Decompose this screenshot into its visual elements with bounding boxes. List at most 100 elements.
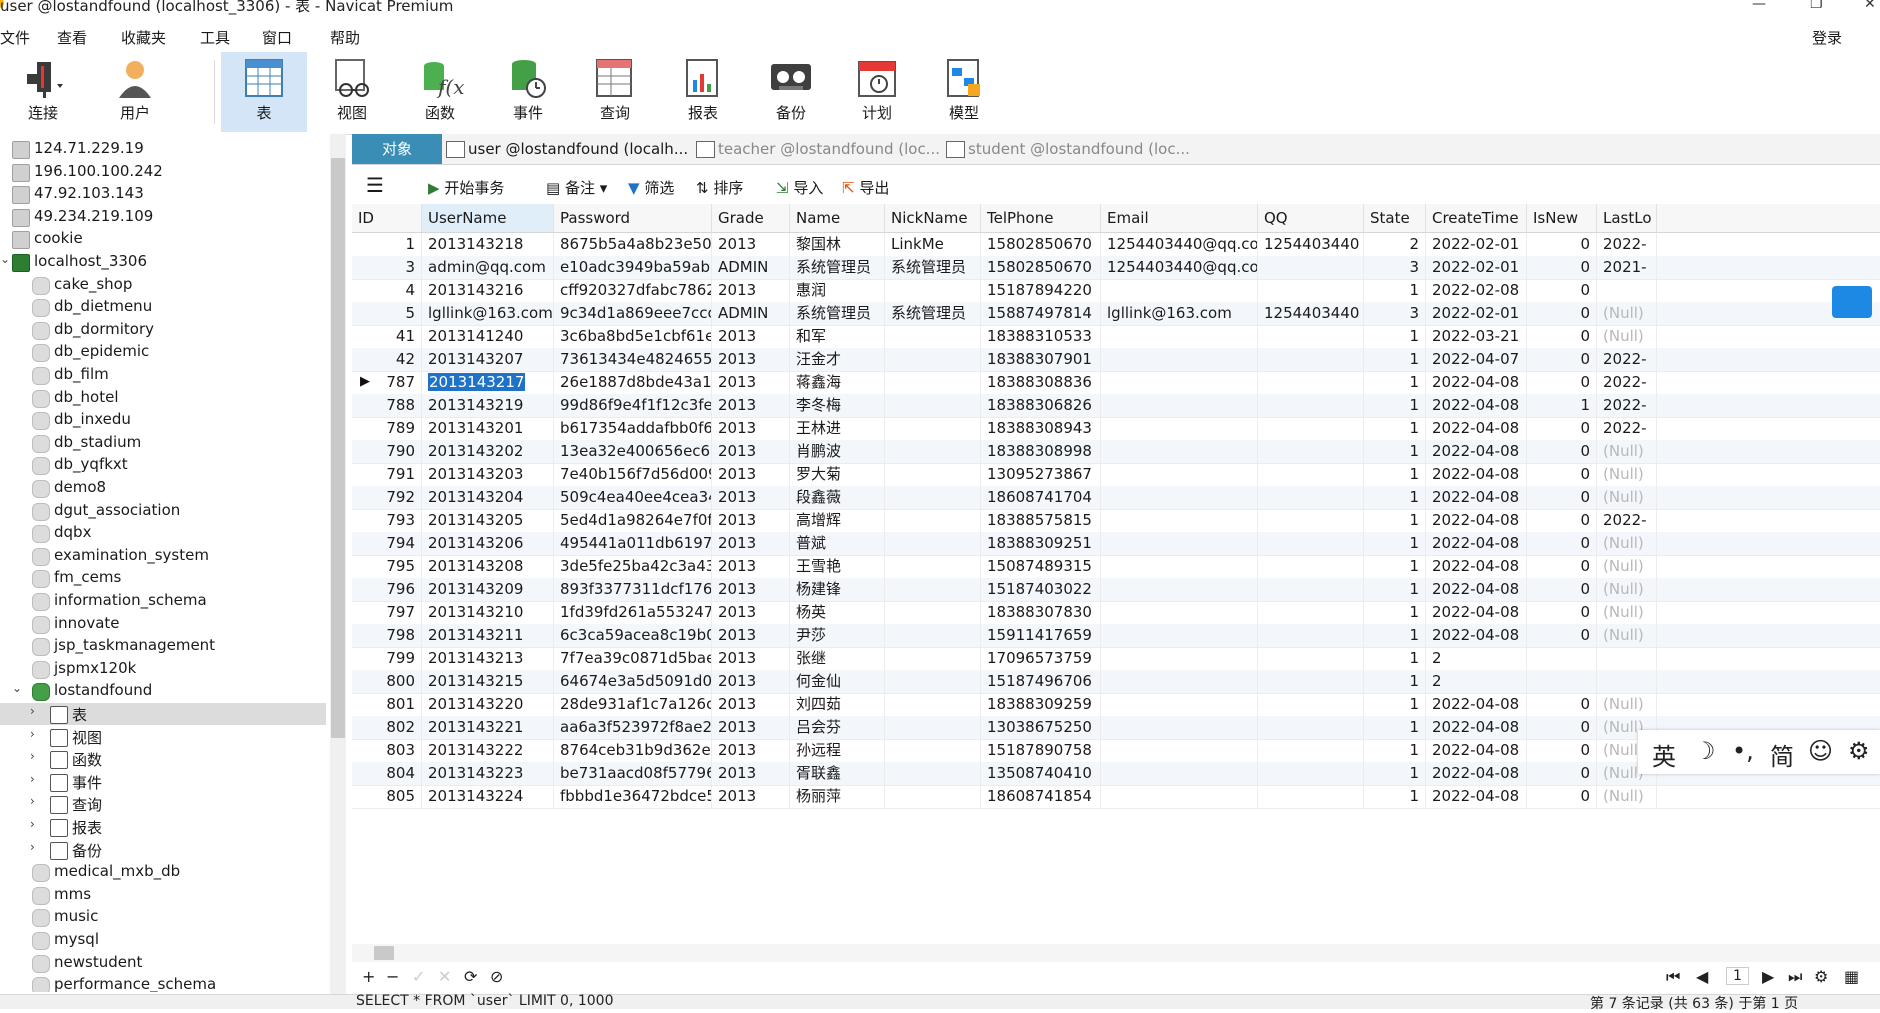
table-cell[interactable]: 798 bbox=[352, 624, 422, 647]
table-cell[interactable]: 系统管理员 bbox=[790, 256, 885, 279]
connection-item[interactable]: 124.71.229.19 bbox=[0, 138, 326, 160]
table-cell[interactable]: 1 bbox=[1364, 762, 1426, 785]
table-cell[interactable]: 0 bbox=[1527, 325, 1597, 348]
table-cell[interactable]: 2022-04-08 bbox=[1426, 762, 1527, 785]
table-cell[interactable] bbox=[1101, 716, 1258, 739]
table-row[interactable]: 42013143216cff920327dfabc7862e40c82013惠润… bbox=[352, 279, 1880, 303]
table-cell[interactable]: 1 bbox=[1364, 325, 1426, 348]
database-item[interactable]: db_inxedu bbox=[0, 409, 326, 431]
floating-assistant-button[interactable] bbox=[1832, 286, 1872, 318]
table-cell[interactable]: 2022-04-08 bbox=[1426, 785, 1527, 808]
table-cell[interactable]: 15802850670 bbox=[981, 256, 1101, 279]
table-cell[interactable]: 7e40b156f7d56d009728b bbox=[554, 463, 712, 486]
toolbar-backup-button[interactable]: 备份 bbox=[748, 52, 834, 132]
table-cell[interactable]: 9c34d1a869eee7ccc1cbd bbox=[554, 302, 712, 325]
table-cell[interactable]: 15187894220 bbox=[981, 279, 1101, 302]
table-cell[interactable]: 15802850670 bbox=[981, 233, 1101, 256]
table-cell[interactable] bbox=[1258, 693, 1364, 716]
table-cell[interactable]: 15887497814 bbox=[981, 302, 1101, 325]
database-item[interactable]: cake_shop bbox=[0, 274, 326, 296]
table-cell[interactable]: 1 bbox=[1364, 463, 1426, 486]
table-cell[interactable]: 15911417659 bbox=[981, 624, 1101, 647]
table-cell[interactable]: aa6a3f523972f8ae2a70dc bbox=[554, 716, 712, 739]
table-cell[interactable]: ADMIN bbox=[712, 256, 790, 279]
table-cell[interactable] bbox=[1258, 624, 1364, 647]
table-cell[interactable]: 孙远程 bbox=[790, 739, 885, 762]
table-cell[interactable]: 2022-04-08 bbox=[1426, 394, 1527, 417]
table-cell[interactable]: 0 bbox=[1527, 417, 1597, 440]
table-cell[interactable]: 2022-04-08 bbox=[1426, 739, 1527, 762]
table-cell[interactable]: 0 bbox=[1527, 601, 1597, 624]
table-cell[interactable]: 2013 bbox=[712, 532, 790, 555]
table-row[interactable]: 4120131412403c6ba8bd5e1cbf61ef7fcf52013和… bbox=[352, 325, 1880, 349]
column-header[interactable]: Password bbox=[554, 204, 712, 232]
table-row[interactable]: 7942013143206495441a011db6197dda32013普斌 1… bbox=[352, 532, 1880, 556]
table-cell[interactable]: 王雪艳 bbox=[790, 555, 885, 578]
menu-help[interactable]: 帮助 bbox=[330, 27, 360, 48]
table-cell[interactable] bbox=[885, 555, 981, 578]
table-cell[interactable] bbox=[1258, 670, 1364, 693]
database-item[interactable]: mysql bbox=[0, 929, 326, 951]
table-cell[interactable]: 73613434e48246550bfa9 bbox=[554, 348, 712, 371]
table-cell[interactable]: 0 bbox=[1527, 716, 1597, 739]
collapse-arrow-icon[interactable]: › bbox=[30, 727, 35, 741]
table-cell[interactable]: 805 bbox=[352, 785, 422, 808]
expand-arrow-icon[interactable]: ⌄ bbox=[0, 252, 10, 266]
toolbar-user-button[interactable]: 用户 bbox=[92, 52, 178, 132]
ime-punct-icon[interactable]: •, bbox=[1732, 737, 1754, 765]
table-row[interactable]: 79820131432116c3ca59acea8c19b0175d2013尹莎… bbox=[352, 624, 1880, 648]
table-cell[interactable]: 803 bbox=[352, 739, 422, 762]
column-header[interactable]: Name bbox=[790, 204, 885, 232]
table-cell[interactable]: 0 bbox=[1527, 532, 1597, 555]
table-cell[interactable] bbox=[1101, 762, 1258, 785]
table-cell[interactable] bbox=[1258, 279, 1364, 302]
database-item[interactable]: jspmx120k bbox=[0, 658, 326, 680]
filter-button[interactable]: ▼ 筛选 bbox=[628, 177, 674, 198]
table-cell[interactable]: (Null) bbox=[1597, 325, 1657, 348]
table-cell[interactable] bbox=[1101, 601, 1258, 624]
table-cell[interactable]: 796 bbox=[352, 578, 422, 601]
table-cell[interactable] bbox=[1101, 417, 1258, 440]
table-cell[interactable]: 2013143210 bbox=[422, 601, 554, 624]
table-cell[interactable] bbox=[1258, 739, 1364, 762]
tab-student-table[interactable]: student @lostandfound (loc... bbox=[942, 134, 1218, 164]
table-cell[interactable] bbox=[1258, 486, 1364, 509]
toolbar-view-button[interactable]: 视图 bbox=[309, 52, 395, 132]
table-cell[interactable]: 2022-04-08 bbox=[1426, 509, 1527, 532]
column-header[interactable]: UserName bbox=[422, 204, 554, 232]
table-cell[interactable]: 2013 bbox=[712, 578, 790, 601]
toolbar-query-button[interactable]: 查询 bbox=[572, 52, 658, 132]
stop-button[interactable]: ⊘ bbox=[490, 967, 503, 986]
table-cell[interactable] bbox=[1101, 509, 1258, 532]
table-cell[interactable]: 1 bbox=[1364, 279, 1426, 302]
menu-favorites[interactable]: 收藏夹 bbox=[121, 27, 166, 48]
table-cell[interactable]: 26e1887d8bde43a1be40c bbox=[554, 371, 712, 394]
table-cell[interactable] bbox=[1258, 348, 1364, 371]
table-row[interactable]: 801201314322028de931af1c7a126c04e452013刘… bbox=[352, 693, 1880, 717]
table-cell[interactable]: 杨英 bbox=[790, 601, 885, 624]
table-cell[interactable]: 1 bbox=[1364, 555, 1426, 578]
object-group-item[interactable]: › 查询 bbox=[0, 793, 326, 815]
note-button[interactable]: ▤ 备注 ▾ bbox=[546, 177, 607, 198]
table-cell[interactable]: 王林进 bbox=[790, 417, 885, 440]
table-cell[interactable]: 99d86f9e4f1f12c3fe173dc bbox=[554, 394, 712, 417]
table-cell[interactable]: 0 bbox=[1527, 693, 1597, 716]
table-cell[interactable] bbox=[1101, 394, 1258, 417]
table-cell[interactable]: 2013 bbox=[712, 463, 790, 486]
table-cell[interactable]: 791 bbox=[352, 463, 422, 486]
table-cell[interactable]: 2022-04-08 bbox=[1426, 463, 1527, 486]
column-header[interactable]: NickName bbox=[885, 204, 981, 232]
toolbar-function-button[interactable]: f(x) 函数 bbox=[397, 52, 483, 132]
import-button[interactable]: ⇲ 导入 bbox=[776, 177, 823, 198]
table-cell[interactable]: 1 bbox=[1364, 394, 1426, 417]
table-cell[interactable]: 2013 bbox=[712, 486, 790, 509]
table-row[interactable]: 79120131432037e40b156f7d56d009728b2013罗大… bbox=[352, 463, 1880, 487]
table-cell[interactable]: 0 bbox=[1527, 509, 1597, 532]
object-group-item[interactable]: › 事件 bbox=[0, 771, 326, 793]
table-cell[interactable]: 2013143223 bbox=[422, 762, 554, 785]
table-cell[interactable] bbox=[1101, 555, 1258, 578]
table-cell[interactable]: 2022- bbox=[1597, 394, 1657, 417]
table-cell[interactable]: 794 bbox=[352, 532, 422, 555]
table-cell[interactable]: 3 bbox=[1364, 302, 1426, 325]
table-cell[interactable]: 2013143203 bbox=[422, 463, 554, 486]
